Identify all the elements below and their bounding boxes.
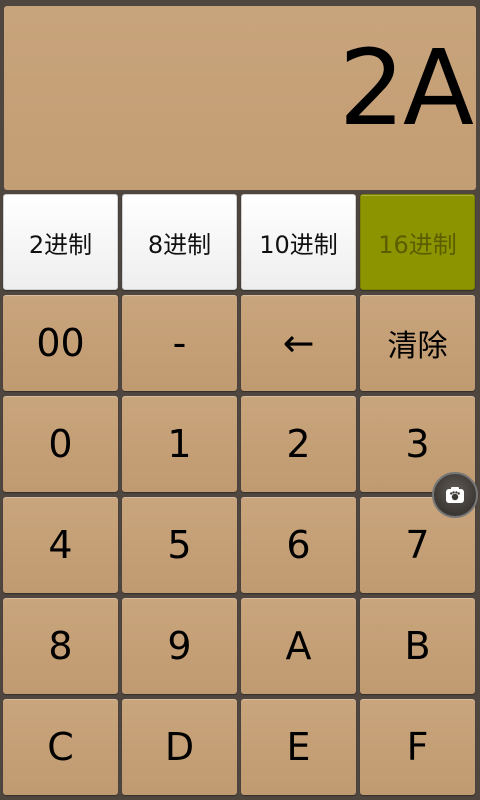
clear-button[interactable]: 清除: [360, 295, 475, 391]
keypad-row-4: 8 9 A B: [0, 598, 480, 694]
digit-5-button[interactable]: 5: [122, 497, 237, 593]
minus-button[interactable]: -: [122, 295, 237, 391]
result-display: 2A: [4, 6, 476, 190]
keypad: 2进制 8进制 10进制 16进制 00 - ← 清除 0 1 2 3 4 5 …: [0, 194, 480, 800]
hex-d-button[interactable]: D: [122, 699, 237, 795]
display-value: 2A: [338, 27, 474, 149]
hex-c-button[interactable]: C: [3, 699, 118, 795]
calculator-screen: 2A 2进制 8进制 10进制 16进制 00 - ← 清除 0 1 2 3 4…: [0, 0, 480, 800]
digit-8-button[interactable]: 8: [3, 598, 118, 694]
base-16-button[interactable]: 16进制: [360, 194, 475, 290]
base-selector-row: 2进制 8进制 10进制 16进制: [0, 194, 480, 290]
floating-assistant-button[interactable]: [432, 472, 478, 518]
keypad-row-5: C D E F: [0, 699, 480, 795]
double-zero-button[interactable]: 00: [3, 295, 118, 391]
keypad-row-3: 4 5 6 7: [0, 497, 480, 593]
digit-4-button[interactable]: 4: [3, 497, 118, 593]
hex-a-button[interactable]: A: [241, 598, 356, 694]
digit-1-button[interactable]: 1: [122, 396, 237, 492]
digit-6-button[interactable]: 6: [241, 497, 356, 593]
keypad-row-2: 0 1 2 3: [0, 396, 480, 492]
hex-e-button[interactable]: E: [241, 699, 356, 795]
base-10-button[interactable]: 10进制: [241, 194, 356, 290]
digit-0-button[interactable]: 0: [3, 396, 118, 492]
digit-2-button[interactable]: 2: [241, 396, 356, 492]
base-8-button[interactable]: 8进制: [122, 194, 237, 290]
base-2-button[interactable]: 2进制: [3, 194, 118, 290]
camera-paw-icon: [446, 487, 464, 503]
keypad-row-1: 00 - ← 清除: [0, 295, 480, 391]
backspace-button[interactable]: ←: [241, 295, 356, 391]
digit-9-button[interactable]: 9: [122, 598, 237, 694]
hex-f-button[interactable]: F: [360, 699, 475, 795]
hex-b-button[interactable]: B: [360, 598, 475, 694]
